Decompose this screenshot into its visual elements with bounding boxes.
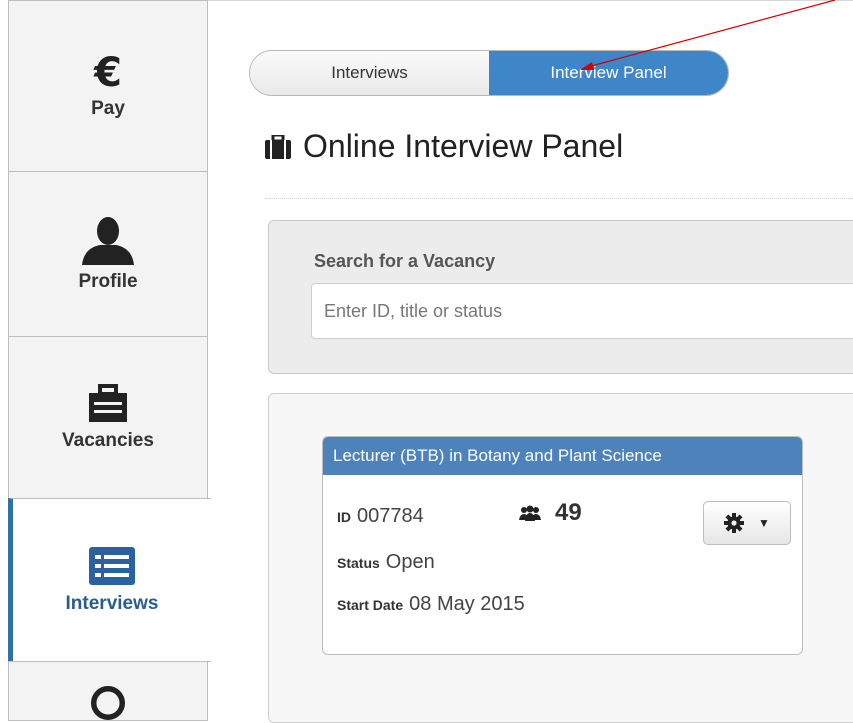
page-title: Online Interview Panel (265, 128, 623, 165)
id-label: ID (337, 509, 351, 525)
search-panel: Search for a Vacancy (268, 220, 853, 374)
search-input[interactable] (311, 283, 853, 339)
status-label: Status (337, 555, 380, 571)
vacancy-start-date: 08 May 2015 (409, 593, 525, 615)
page-title-text: Online Interview Panel (303, 128, 624, 164)
vacancy-id: 007784 (357, 505, 424, 527)
vacancy-card[interactable]: Lecturer (BTB) in Botany and Plant Scien… (322, 436, 803, 655)
vacancy-title[interactable]: Lecturer (BTB) in Botany and Plant Scien… (323, 437, 802, 475)
applicant-count: 49 (519, 499, 582, 527)
suitcase-icon (265, 134, 291, 159)
settings-dropdown-button[interactable]: ▼ (703, 501, 791, 545)
vacancy-id-row: ID 007784 (337, 505, 424, 528)
start-date-label: Start Date (337, 597, 404, 613)
applicant-count-value: 49 (555, 499, 582, 526)
users-icon (519, 505, 541, 521)
vacancy-status-row: Status Open (337, 551, 435, 574)
chevron-down-icon: ▼ (758, 516, 770, 530)
vacancy-start-row: Start Date 08 May 2015 (337, 593, 525, 616)
title-divider (265, 198, 853, 199)
gear-icon (724, 513, 745, 533)
search-label: Search for a Vacancy (314, 251, 496, 271)
vacancy-status: Open (385, 551, 435, 573)
